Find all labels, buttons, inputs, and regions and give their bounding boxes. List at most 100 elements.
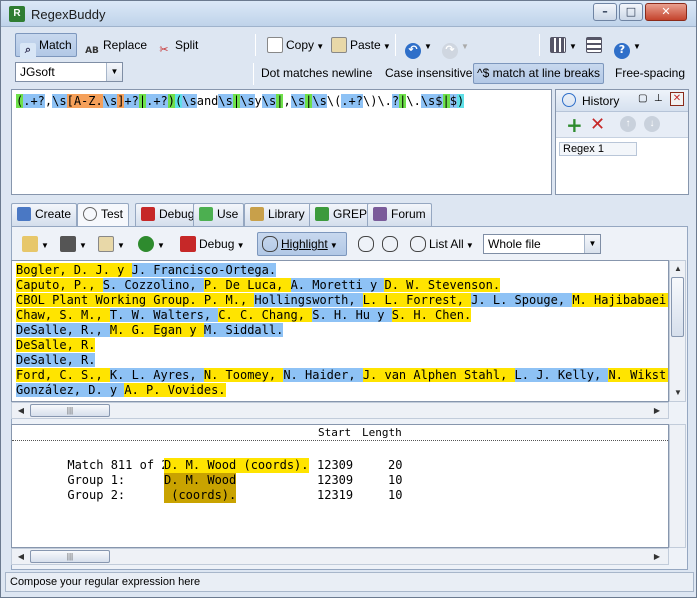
dot-matches-newline-toggle[interactable]: Dot matches newline	[257, 63, 376, 84]
match-highlight: M. Siddall.	[203, 323, 284, 337]
line-anchors-toggle[interactable]: ^$ match at line breaks	[473, 63, 605, 84]
delete-icon[interactable]: ✕	[590, 114, 605, 135]
help-button[interactable]: ? ▼	[609, 33, 641, 59]
match-highlight: P. De Luca,	[203, 278, 291, 292]
web-button[interactable]: ▼	[133, 232, 167, 256]
redo-button[interactable]: ↷ ▼	[437, 33, 471, 59]
match-highlight: L. L. Forrest,	[362, 293, 472, 307]
regex-token: .+?	[146, 94, 168, 108]
open-file-button[interactable]: ▼	[17, 232, 49, 256]
highlight-button[interactable]: Highlight ▼	[257, 232, 347, 256]
regex-token: \.	[377, 94, 392, 108]
match-results: Start Length Match 811 of 2158: D. M. Woo…	[11, 424, 669, 548]
bug-icon	[141, 207, 155, 221]
match-highlight: J. L. Spouge,	[471, 293, 573, 307]
regex-editor[interactable]: (.+?,\s[A-Z.\s]+?|.+?)(\sand\s|\sy\s|,\s…	[11, 89, 552, 195]
regex-token: \s	[290, 94, 306, 108]
test-vertical-scrollbar[interactable]: ▲ ▼	[669, 260, 686, 402]
history-title: History	[582, 94, 620, 108]
match-button[interactable]: ⌕ Match	[15, 33, 77, 59]
match-highlight: M. G. Egan y	[109, 323, 204, 337]
previous-match-button[interactable]	[353, 232, 375, 256]
free-spacing-toggle[interactable]: Free-spacing	[611, 63, 689, 84]
minimize-button[interactable]: –	[593, 3, 617, 21]
undo-button[interactable]: ↶ ▼	[400, 33, 434, 59]
pin-icon[interactable]: ⊥	[654, 93, 663, 104]
flavor-select[interactable]: JGsoft ▼	[15, 62, 123, 82]
list-all-button[interactable]: List All ▼	[405, 232, 479, 256]
scroll-right-icon[interactable]: ▶	[650, 550, 664, 564]
regex-token: \.	[406, 94, 421, 108]
regex-token: \s	[420, 94, 436, 108]
scroll-left-icon[interactable]: ◀	[14, 404, 28, 418]
status-bar: Compose your regular expression here	[5, 572, 694, 592]
next-match-button[interactable]	[377, 232, 399, 256]
debug-button[interactable]: Debug ▼	[175, 232, 251, 256]
match-highlight: T. W. Walters,	[109, 308, 219, 322]
grep-icon	[315, 207, 329, 221]
result-row[interactable]: Match 811 of 2158: D. M. Wood (coords). 12…	[24, 443, 402, 473]
help-icon: ?	[614, 43, 630, 59]
match-highlight: J. van Alphen Stahl,	[362, 368, 515, 382]
move-down-icon[interactable]: ↓	[644, 116, 660, 132]
tab-use[interactable]: Use	[193, 203, 245, 226]
split-button[interactable]: ✂ Split	[151, 33, 203, 57]
tab-test[interactable]: Test	[77, 203, 130, 228]
test-subject-editor[interactable]: Bogler, D. J. y J. Francisco-Ortega. Capu…	[11, 260, 669, 402]
result-row[interactable]: Group 1: D. M. Wood 12309 10	[24, 458, 402, 488]
start-column-header: Start	[318, 426, 352, 439]
tab-debug[interactable]: Debug	[135, 203, 201, 226]
match-highlight: DeSalle, R.	[16, 338, 96, 352]
scrollbar-thumb[interactable]: |||	[30, 550, 110, 563]
undock-icon[interactable]: ▢	[638, 93, 647, 104]
replace-button[interactable]: AB Replace	[79, 33, 151, 57]
magnifier-icon: ⌕	[20, 43, 36, 59]
match-highlight: K. L. Ayres,	[109, 368, 204, 382]
move-up-icon[interactable]: ↑	[620, 116, 636, 132]
regexbuddy-logo-icon: R	[9, 6, 25, 22]
paste-button[interactable]: Paste ▼	[326, 33, 391, 57]
add-icon[interactable]: +	[566, 113, 583, 137]
tab-library[interactable]: Library	[244, 203, 311, 226]
highlight-icon	[262, 236, 278, 252]
history-item[interactable]: Regex 1	[559, 142, 637, 156]
scroll-up-icon[interactable]: ▲	[671, 262, 685, 276]
match-highlight: Chaw, S. M.,	[16, 308, 110, 322]
scrollbar-thumb[interactable]: |||	[30, 404, 110, 417]
results-vertical-scrollbar[interactable]	[669, 424, 686, 548]
regex-token: \s	[182, 94, 197, 108]
regex-token: [A-Z.	[66, 94, 103, 108]
regex-token: \(	[326, 94, 342, 108]
test-line: Ford, C. S., K. L. Ayres, N. Toomey, N. …	[16, 368, 668, 383]
match-highlight: González, D. y	[16, 383, 125, 397]
scroll-right-icon[interactable]: ▶	[650, 404, 664, 418]
copy-button[interactable]: Copy ▼	[262, 33, 324, 57]
copy-icon	[267, 37, 283, 53]
bug-icon	[180, 236, 196, 252]
maximize-button[interactable]: □	[619, 3, 643, 21]
regex-token: \s	[52, 94, 67, 108]
tab-grep[interactable]: GREP	[309, 203, 374, 226]
results-horizontal-scrollbar[interactable]: ◀ ||| ▶	[11, 548, 669, 565]
panels-button[interactable]	[581, 33, 605, 57]
scrollbar-thumb[interactable]	[671, 277, 684, 337]
scroll-left-icon[interactable]: ◀	[14, 550, 28, 564]
scroll-down-icon[interactable]: ▼	[671, 386, 685, 400]
paste-test-button[interactable]: ▼	[93, 232, 125, 256]
save-button[interactable]: ▼	[55, 232, 87, 256]
forum-icon	[373, 207, 387, 221]
tab-create[interactable]: Create	[11, 203, 78, 226]
case-insensitive-toggle[interactable]: Case insensitive	[381, 63, 476, 84]
test-line: DeSalle, R.	[16, 353, 664, 368]
toolbar-separator	[539, 34, 540, 56]
scope-select[interactable]: Whole file ▼	[483, 234, 601, 254]
close-button[interactable]: ✕	[645, 3, 687, 21]
result-row[interactable]: Group 2: (coords). 12319 10	[24, 473, 402, 503]
toolbar-separator	[395, 34, 396, 56]
test-line: DeSalle, R., M. G. Egan y M. Siddall.	[16, 323, 664, 338]
test-horizontal-scrollbar[interactable]: ◀ ||| ▶	[11, 402, 669, 419]
regex-token: |	[442, 94, 450, 108]
tab-forum[interactable]: Forum	[367, 203, 432, 226]
layout-button[interactable]: ▼	[545, 33, 577, 57]
close-panel-icon[interactable]: ✕	[670, 92, 684, 106]
